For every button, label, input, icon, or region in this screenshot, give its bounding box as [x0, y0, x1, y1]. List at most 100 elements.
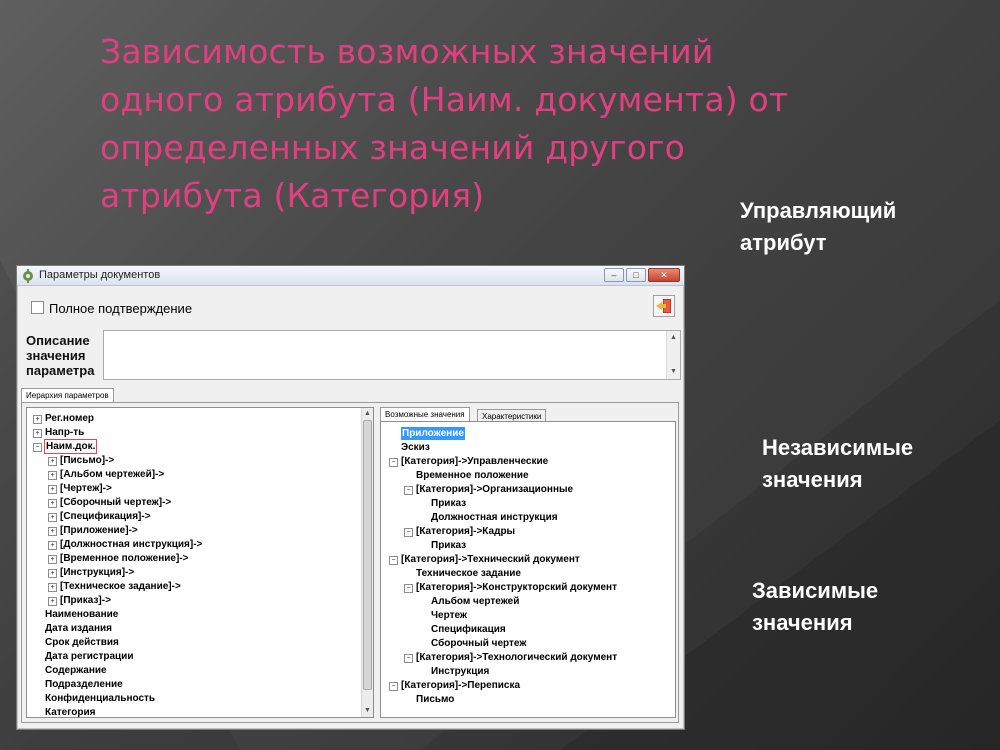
callout-line: Зависимые	[752, 578, 879, 603]
tree-node-label: [Категория]->Конструкторский документ	[416, 582, 617, 593]
collapse-icon[interactable]: −	[389, 556, 398, 565]
description-textarea[interactable]: ▲ ▼	[103, 330, 681, 380]
tree-node-label: [Инструкция]->	[60, 567, 135, 578]
full-confirmation-label: Полное подтверждение	[49, 301, 193, 316]
tree-node-label: [Категория]->Переписка	[401, 680, 521, 691]
parameters-dialog: Параметры документов ‒ □ ✕ Полное подтве…	[16, 265, 685, 730]
tree-node-label: Чертеж	[431, 610, 467, 621]
tree-node-label: Сборочный чертеж	[431, 638, 527, 649]
tree-node-label: Приложение	[401, 427, 465, 440]
callout-dependent-values: Зависимые значения	[752, 575, 878, 639]
minimize-button[interactable]: ‒	[604, 268, 624, 282]
tree-node-label: Рег.номер	[45, 413, 95, 424]
scrollbar-thumb[interactable]	[363, 420, 372, 690]
tree-node-label: Дата регистрации	[45, 651, 134, 662]
tree-node-label: Напр-ть	[45, 427, 85, 438]
collapse-icon[interactable]: −	[404, 486, 413, 495]
expand-icon[interactable]: +	[48, 499, 57, 508]
expand-icon[interactable]: +	[48, 555, 57, 564]
callout-controlling-attribute: Управляющий атрибут	[740, 195, 896, 259]
collapse-icon[interactable]: −	[33, 443, 42, 452]
scroll-down-icon[interactable]: ▼	[670, 368, 677, 376]
callout-line: атрибут	[740, 230, 827, 255]
full-confirmation-checkbox-row[interactable]: Полное подтверждение	[31, 301, 192, 316]
tree-node-label: [Приказ]->	[60, 595, 111, 606]
tree-node-label: [Категория]->Технологический документ	[416, 652, 618, 663]
tree-node-label: [Чертеж]->	[60, 483, 112, 494]
tree-node-label: Инструкция	[431, 666, 490, 677]
expand-icon[interactable]: +	[48, 485, 57, 494]
scroll-down-icon[interactable]: ▼	[364, 707, 371, 715]
hierarchy-panel: + Рег.номер + Напр-ть − Наим.док. + [Письмо]-> +…	[21, 402, 679, 723]
description-label-line: Описание	[26, 333, 90, 348]
expand-icon[interactable]: +	[33, 415, 42, 424]
tree-node-label: Спецификация	[431, 624, 506, 635]
parameter-tree-scrollbar[interactable]: ▲ ▼	[361, 408, 373, 717]
expand-icon[interactable]: +	[48, 583, 57, 592]
collapse-icon[interactable]: −	[389, 682, 398, 691]
expand-icon[interactable]: +	[48, 457, 57, 466]
possible-values-tree: Приложение Эскиз − [Категория]->Управленчес…	[380, 421, 676, 718]
tree-node-label: [Спецификация]->	[60, 511, 151, 522]
tree-node-label: Дата издания	[45, 623, 112, 634]
description-label-line: параметра	[26, 363, 95, 378]
callout-line: значения	[752, 610, 853, 635]
callout-line: Независимые	[762, 435, 914, 460]
checkbox-icon[interactable]	[31, 301, 44, 314]
tree-node-label: [Техническое задание]->	[60, 581, 181, 592]
callout-line: Управляющий	[740, 198, 897, 223]
exit-door-icon	[656, 299, 671, 313]
description-label-line: значения	[26, 348, 86, 363]
tree-node-label: [Категория]->Управленческие	[401, 456, 549, 467]
tree-node-label: Техническое задание	[416, 568, 521, 579]
tree-node-label: Наименование	[45, 609, 119, 620]
tree-node-label: [Письмо]->	[60, 455, 115, 466]
tab-possible-values[interactable]: Возможные значения	[380, 407, 470, 422]
tree-node-label: Подразделение	[45, 679, 123, 690]
tree-node-label: Срок действия	[45, 637, 119, 648]
tree-node-label: [Должностная инструкция]->	[60, 539, 203, 550]
callout-independent-values: Независимые значения	[762, 432, 913, 496]
tree-node-label: [Категория]->Организационные	[416, 484, 574, 495]
close-button[interactable]: ✕	[648, 268, 680, 282]
tree-node-label: [Приложение]->	[60, 525, 138, 536]
slide-title-line: одного атрибута (Наим. документа) от	[100, 80, 789, 119]
tree-node-label: Приказ	[431, 498, 467, 509]
tree-node-label: Временное положение	[416, 470, 529, 481]
tree-node-label: Эскиз	[401, 442, 430, 453]
parameter-tree: + Рег.номер + Напр-ть − Наим.док. + [Письмо]-> +…	[26, 407, 374, 718]
expand-icon[interactable]: +	[48, 541, 57, 550]
dialog-titlebar[interactable]: Параметры документов ‒ □ ✕	[17, 266, 684, 286]
description-label: Описание значения параметра	[26, 333, 101, 378]
expand-icon[interactable]: +	[33, 429, 42, 438]
tree-node-label: [Категория]->Кадры	[416, 526, 516, 537]
expand-icon[interactable]: +	[48, 513, 57, 522]
expand-icon[interactable]: +	[48, 527, 57, 536]
scroll-up-icon[interactable]: ▲	[670, 334, 677, 342]
maximize-button[interactable]: □	[626, 268, 646, 282]
collapse-icon[interactable]: −	[404, 584, 413, 593]
tree-node-label: Категория	[45, 707, 96, 718]
expand-icon[interactable]: +	[48, 471, 57, 480]
collapse-icon[interactable]: −	[389, 458, 398, 467]
tree-node-label: [Временное положение]->	[60, 553, 189, 564]
tab-parameter-hierarchy[interactable]: Иерархия параметров	[21, 388, 114, 403]
tree-node-label: Должностная инструкция	[431, 512, 558, 523]
callout-line: значения	[762, 467, 863, 492]
tree-node-label: [Альбом чертежей]->	[60, 469, 165, 480]
expand-icon[interactable]: +	[48, 597, 57, 606]
tree-node-label: Приказ	[431, 540, 467, 551]
app-gear-icon	[23, 269, 33, 283]
exit-button[interactable]	[653, 295, 675, 317]
scroll-up-icon[interactable]: ▲	[364, 410, 371, 418]
description-scrollbar[interactable]: ▲ ▼	[666, 331, 680, 379]
expand-icon[interactable]: +	[48, 569, 57, 578]
tree-node-label: Наим.док.	[43, 439, 98, 454]
collapse-icon[interactable]: −	[404, 654, 413, 663]
tree-node-label: Письмо	[416, 694, 455, 705]
tree-node-label: Альбом чертежей	[431, 596, 520, 607]
slide-title-line: Зависимость возможных значений	[100, 32, 714, 71]
collapse-icon[interactable]: −	[404, 528, 413, 537]
slide-title-line: определенных значений другого	[100, 128, 686, 167]
slide-title: Зависимость возможных значений одного ат…	[100, 28, 900, 220]
